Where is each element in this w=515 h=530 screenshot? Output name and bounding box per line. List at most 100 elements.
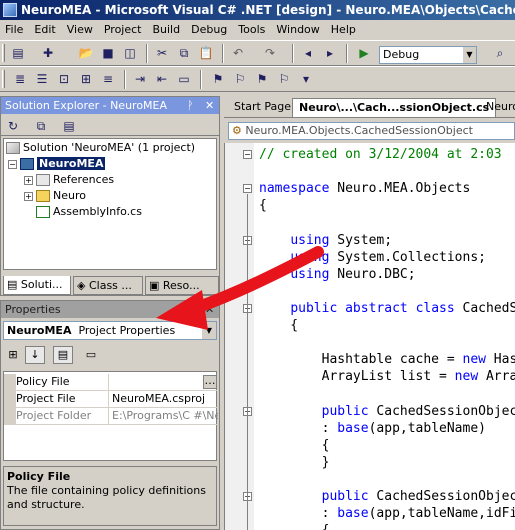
menu-debug[interactable]: Debug (186, 20, 233, 40)
tab-class-view[interactable]: ◈ Class ... (73, 276, 143, 295)
code-editor[interactable]: −−−−−− // created on 3/12/2004 at 2:03na… (224, 143, 515, 530)
tree-item-assemblyinfo[interactable]: AssemblyInfo.cs (36, 204, 142, 220)
tree-item-project[interactable]: NeuroMEA (20, 156, 106, 172)
previous-bookmark-icon[interactable]: ⚑ (254, 71, 270, 87)
comment-icon[interactable]: ▭ (176, 71, 192, 87)
pin-icon[interactable]: ᚹ (187, 97, 194, 114)
type-navigation-dropdown[interactable]: ⚙ Neuro.MEA.Objects.CachedSessionObject (228, 122, 515, 140)
solution-tab-icon: ▤ (7, 278, 21, 291)
code-line: public abstract class CachedSessionObj (259, 300, 515, 317)
menu-view[interactable]: View (62, 20, 99, 40)
copy-icon[interactable]: ⧉ (176, 45, 192, 61)
categorized-icon[interactable]: ⊞ (3, 346, 23, 364)
clear-bookmarks-icon[interactable]: ⚐ (276, 71, 292, 87)
show-all-files-icon[interactable]: ⧉ (33, 118, 49, 134)
code-token: { (259, 437, 330, 453)
find-icon[interactable]: ⌕ (492, 45, 508, 61)
quick-info-icon[interactable]: ⊞ (78, 71, 94, 87)
save-icon[interactable]: ■ (100, 45, 116, 61)
toolbar-grip[interactable] (2, 44, 5, 62)
keyword-token: new (454, 369, 479, 385)
property-value[interactable]: NeuroMEA.csproj (108, 391, 218, 407)
close-icon[interactable]: ✕ (205, 301, 214, 318)
browse-button[interactable]: … (203, 375, 217, 389)
explorer-tab-strip: ▤ Soluti... ◈ Class ... ▣ Reso... (1, 276, 221, 296)
bookmark-icon[interactable]: ⚑ (210, 71, 226, 87)
menu-file[interactable]: File (0, 20, 29, 40)
code-token: } (259, 454, 330, 470)
indent-icon[interactable]: ⇥ (132, 71, 148, 87)
redo-icon[interactable]: ↷ (262, 45, 278, 61)
property-value[interactable]: E:\Programs\C #\Neur (108, 408, 218, 424)
close-icon[interactable]: ✕ (205, 97, 214, 114)
new-project-icon[interactable]: ▤ (10, 45, 26, 61)
property-grid: Policy File … Project File NeuroMEA.csproj… (3, 371, 218, 461)
keyword-token: base (337, 420, 369, 436)
expand-icon[interactable]: + (24, 176, 33, 185)
code-token: Neuro.MEA.Objects (329, 181, 471, 197)
object-name: NeuroMEA (7, 324, 72, 337)
paste-icon[interactable]: 📋 (198, 45, 214, 61)
tab-solution-explorer[interactable]: ▤ Soluti... (3, 276, 71, 295)
property-row-policy-file[interactable]: Policy File… (4, 374, 218, 391)
open-file-icon[interactable]: 📂 (78, 45, 94, 61)
property-row-project-folder[interactable]: Project Folder E:\Programs\C #\Neur (4, 408, 218, 425)
toolbar-grip[interactable] (2, 70, 5, 88)
object-type: Project Properties (78, 324, 176, 337)
collapse-region-icon[interactable]: − (243, 150, 252, 159)
chevron-down-icon: ▼ (462, 47, 476, 63)
add-item-icon[interactable]: ✚ (40, 45, 56, 61)
solution-config-dropdown[interactable]: Debug ▼ (379, 46, 477, 64)
member-list-icon[interactable]: ☰ (34, 71, 50, 87)
collapse-icon[interactable]: − (8, 160, 17, 169)
solution-icon (6, 142, 20, 154)
cut-icon[interactable]: ✂ (154, 45, 170, 61)
parameter-info-icon[interactable]: ⊡ (56, 71, 72, 87)
tree-item-references[interactable]: References (36, 172, 114, 188)
properties-icon[interactable]: ▤ (61, 118, 77, 134)
outdent-icon[interactable]: ⇤ (154, 71, 170, 87)
code-token: Neuro.DBC; (329, 266, 416, 282)
navigate-back-icon[interactable]: ◂ (300, 45, 316, 61)
properties-title: Properties (5, 303, 61, 316)
code-token: (app,tableName) (368, 420, 486, 436)
refresh-icon[interactable]: ↻ (5, 118, 21, 134)
start-icon[interactable]: ▶ (356, 45, 372, 61)
complete-word-icon[interactable]: ≡ (100, 71, 116, 87)
menu-project[interactable]: Project (99, 20, 148, 40)
menu-edit[interactable]: Edit (29, 20, 61, 40)
tab-resource-view[interactable]: ▣ Reso... (145, 276, 219, 295)
code-token: Hashtable cache = (259, 352, 463, 368)
navigate-forward-icon[interactable]: ▸ (322, 45, 338, 61)
pin-icon[interactable]: ᚹ (187, 301, 194, 318)
tree-item-solution[interactable]: Solution 'NeuroMEA' (1 project) (6, 140, 195, 156)
properties-view-icon[interactable]: ▤ (53, 346, 73, 364)
menu-tools[interactable]: Tools (233, 20, 271, 40)
property-pages-icon[interactable]: ▭ (81, 346, 101, 364)
object-selector-dropdown[interactable]: NeuroMEA Project Properties ▼ (3, 321, 217, 340)
next-bookmark-icon[interactable]: ⚐ (232, 71, 248, 87)
menu-build[interactable]: Build (147, 20, 186, 40)
class-icon: ⚙ (232, 124, 246, 137)
toolbar-options-icon[interactable]: ▾ (298, 71, 314, 87)
collapse-region-icon[interactable]: − (243, 184, 252, 194)
property-row-project-file[interactable]: Project File NeuroMEA.csproj (4, 391, 218, 408)
expand-icon[interactable]: + (24, 192, 33, 201)
keyword-token: new (462, 352, 486, 368)
alphabetical-icon[interactable]: ↓ (25, 346, 45, 364)
tab-neuro[interactable]: Neuro (480, 98, 515, 117)
property-value[interactable] (108, 374, 218, 390)
menu-help[interactable]: Help (326, 20, 362, 40)
code-line: using System; (259, 232, 392, 249)
undo-icon[interactable]: ↶ (230, 45, 246, 61)
menu-window[interactable]: Window (271, 20, 325, 40)
tab-start-page[interactable]: Start Page (228, 98, 297, 117)
tree-item-neuro-folder[interactable]: Neuro (36, 188, 86, 204)
solution-explorer-pane: Solution Explorer - NeuroMEA ᚹ ✕ ↻ ⧉ ▤ S… (0, 96, 220, 296)
keyword-token: using (290, 249, 330, 265)
save-all-icon[interactable]: ◫ (122, 45, 138, 61)
tab-cached-session-object[interactable]: Neuro\...\Cach...ssionObject.cs (292, 98, 497, 117)
object-browser-icon[interactable]: ≣ (12, 71, 28, 87)
